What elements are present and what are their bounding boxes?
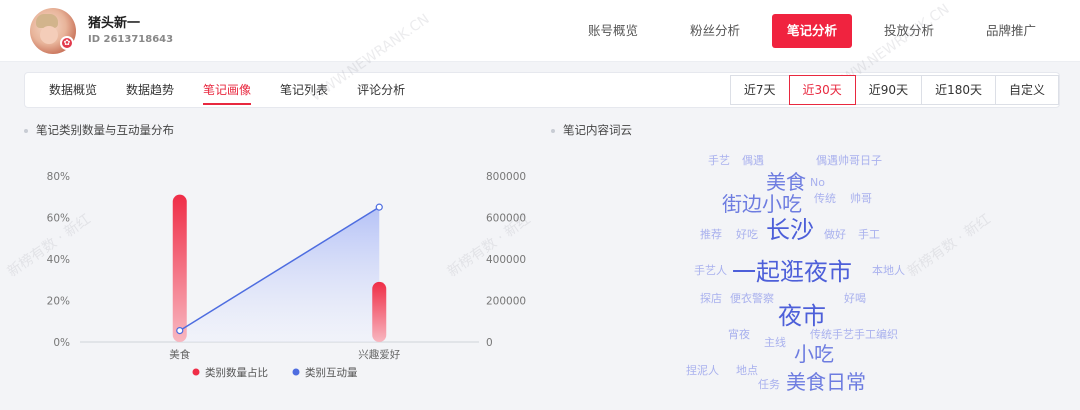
word-cloud-term[interactable]: 手艺 bbox=[708, 152, 730, 168]
word-cloud-term[interactable]: 本地人 bbox=[872, 262, 905, 278]
nav-account-overview[interactable]: 账号概览 bbox=[568, 14, 658, 48]
word-cloud-term[interactable]: 长沙 bbox=[766, 210, 814, 245]
word-cloud-term[interactable]: 偶遇 bbox=[742, 152, 764, 168]
y-right-tick-label: 0 bbox=[486, 337, 493, 349]
main-nav: 账号概览 粉丝分析 笔记分析 投放分析 品牌推广 bbox=[556, 14, 1056, 48]
page: ✿ 猪头新一 ID 2613718643 账号概览 粉丝分析 笔记分析 投放分析… bbox=[0, 0, 1080, 410]
xiaohongshu-badge-icon: ✿ bbox=[60, 36, 74, 50]
interaction-point bbox=[176, 326, 184, 335]
word-cloud-term[interactable]: 任务 bbox=[758, 376, 780, 392]
word-cloud-term[interactable]: 美食日常 bbox=[786, 366, 866, 395]
range-30-days[interactable]: 近30天 bbox=[788, 75, 856, 105]
chart-section-title: 笔记类别数量与互动量分布 bbox=[24, 122, 174, 138]
word-cloud-term[interactable]: 一起逛夜市 bbox=[732, 252, 852, 287]
range-7-days[interactable]: 近7天 bbox=[729, 75, 790, 105]
nav-brand-promotion[interactable]: 品牌推广 bbox=[966, 14, 1056, 48]
y-right-tick-label: 200000 bbox=[486, 296, 526, 308]
y-left-tick-label: 20% bbox=[47, 296, 70, 308]
y-left-tick-label: 80% bbox=[47, 171, 70, 183]
y-right-tick-label: 400000 bbox=[486, 254, 526, 266]
profile-header: ✿ 猪头新一 ID 2613718643 账号概览 粉丝分析 笔记分析 投放分析… bbox=[0, 0, 1080, 62]
account-id: ID 2613718643 bbox=[88, 34, 174, 45]
tab-note-list[interactable]: 笔记列表 bbox=[280, 73, 328, 107]
legend-marker-share bbox=[192, 368, 200, 376]
range-custom[interactable]: 自定义 bbox=[994, 75, 1059, 105]
cloud-title: 笔记内容词云 bbox=[563, 123, 632, 137]
sub-tabs: 数据概览 数据趋势 笔记画像 笔记列表 评论分析 bbox=[49, 73, 434, 107]
word-cloud-term[interactable]: 主线 bbox=[764, 334, 786, 350]
word-cloud-term[interactable]: 手艺人 bbox=[694, 262, 727, 278]
legend-label-interaction: 类别互动量 bbox=[305, 366, 358, 379]
y-right-tick-label: 800000 bbox=[486, 171, 526, 183]
tab-note-profile[interactable]: 笔记画像 bbox=[203, 73, 252, 107]
y-right-tick-label: 600000 bbox=[486, 213, 526, 225]
x-tick-label: 兴趣爱好 bbox=[358, 348, 400, 361]
y-left-tick-label: 0% bbox=[53, 337, 70, 349]
avatar-face bbox=[40, 26, 58, 44]
word-cloud-term[interactable]: 偶遇帅哥日子 bbox=[816, 152, 882, 168]
word-cloud: 手艺 偶遇 偶遇帅哥日子 美食 No 街边小吃 传统 帅哥 推荐 好吃 长沙 做好 手工 手艺人 一起逛夜市… bbox=[680, 150, 920, 400]
tab-data-overview[interactable]: 数据概览 bbox=[49, 73, 97, 107]
bullet-dot bbox=[24, 128, 28, 133]
word-cloud-term[interactable]: 探店 bbox=[700, 290, 722, 306]
word-cloud-term[interactable]: 小吃 bbox=[794, 338, 834, 367]
word-cloud-term[interactable]: 帅哥 bbox=[850, 190, 872, 206]
nav-ads-analysis[interactable]: 投放分析 bbox=[864, 14, 954, 48]
cloud-section-title: 笔记内容词云 bbox=[551, 122, 632, 138]
account-name: 猪头新一 bbox=[88, 16, 141, 31]
category-share-bar bbox=[372, 281, 387, 342]
range-180-days[interactable]: 近180天 bbox=[921, 75, 996, 105]
tab-comment-analysis[interactable]: 评论分析 bbox=[357, 73, 405, 107]
word-cloud-term[interactable]: 捏泥人 bbox=[686, 362, 719, 378]
y-left-tick-label: 60% bbox=[47, 213, 70, 225]
category-share-bar bbox=[172, 194, 187, 342]
y-left-tick-label: 40% bbox=[47, 254, 70, 266]
chart-title: 笔记类别数量与互动量分布 bbox=[36, 123, 174, 137]
range-90-days[interactable]: 近90天 bbox=[854, 75, 923, 105]
nav-notes-analysis[interactable]: 笔记分析 bbox=[772, 14, 852, 48]
word-cloud-term[interactable]: 宵夜 bbox=[728, 326, 750, 342]
category-interaction-chart: 0% 20% 40% 60% 80% 0 200000 400000 600000 800000 美… bbox=[47, 171, 526, 379]
word-cloud-term[interactable]: 便衣警察 bbox=[730, 290, 774, 306]
word-cloud-term[interactable]: 地点 bbox=[736, 362, 758, 378]
word-cloud-term[interactable]: 好喝 bbox=[844, 290, 866, 306]
word-cloud-term[interactable]: 手工 bbox=[858, 226, 880, 242]
bullet-dot bbox=[551, 128, 555, 133]
interaction-point bbox=[375, 203, 383, 211]
word-cloud-term[interactable]: 传统 bbox=[814, 190, 836, 206]
date-range-selector: 近7天 近30天 近90天 近180天 自定义 bbox=[729, 75, 1059, 105]
tab-data-trend[interactable]: 数据趋势 bbox=[126, 73, 174, 107]
nav-fans-analysis[interactable]: 粉丝分析 bbox=[670, 14, 760, 48]
word-cloud-term[interactable]: No bbox=[810, 176, 825, 189]
interaction-area bbox=[179, 207, 380, 342]
legend-marker-interaction bbox=[292, 368, 300, 376]
word-cloud-term[interactable]: 好吃 bbox=[736, 226, 758, 242]
word-cloud-term[interactable]: 做好 bbox=[824, 226, 846, 242]
word-cloud-term[interactable]: 推荐 bbox=[700, 226, 722, 242]
sub-nav-bar: 数据概览 数据趋势 笔记画像 笔记列表 评论分析 近7天 近30天 近90天 近… bbox=[24, 72, 1060, 108]
x-tick-label: 美食 bbox=[169, 348, 190, 361]
legend-label-share: 类别数量占比 bbox=[205, 366, 268, 379]
